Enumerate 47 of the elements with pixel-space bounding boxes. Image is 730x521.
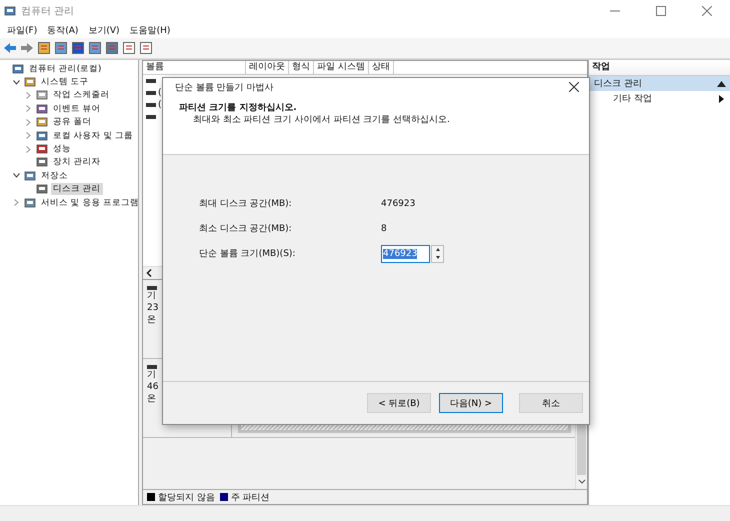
tree-item[interactable]: 저장소 xyxy=(39,170,70,182)
column-header[interactable]: 레이아웃 xyxy=(246,61,289,74)
spin-field[interactable]: 476923 xyxy=(381,244,430,262)
tree-item[interactable]: 컴퓨터 관리(로컬) xyxy=(27,62,104,75)
legend-label: 할당되지 않음 xyxy=(158,492,215,504)
tree-item[interactable]: 장치 관리자 xyxy=(51,156,103,168)
next-button[interactable]: 다음(N) > xyxy=(439,393,503,413)
menu-item[interactable]: 동작(A) xyxy=(42,24,84,36)
tree-item[interactable]: 공유 폴더 xyxy=(51,116,94,128)
tree-item[interactable]: 로컬 사용자 및 그룹 xyxy=(51,130,136,142)
column-header[interactable]: 파일 시스템 xyxy=(314,61,369,74)
disk-info-text: 기 xyxy=(147,369,157,381)
tree-item[interactable]: 작업 스케줄러 xyxy=(51,89,112,102)
table-cell: ( xyxy=(158,88,162,98)
tree-item[interactable]: 성능 xyxy=(51,143,73,156)
menu-item[interactable]: 파일(F) xyxy=(2,24,42,36)
window-title: 컴퓨터 관리 xyxy=(21,5,74,18)
tree-item[interactable]: 이벤트 뷰어 xyxy=(51,102,103,115)
table-cell: ( xyxy=(158,100,162,110)
menu-item[interactable]: 도움말(H) xyxy=(124,24,176,36)
actions-section[interactable]: 디스크 관리 xyxy=(589,76,730,91)
tree-item[interactable]: 디스크 관리 xyxy=(51,183,103,196)
dialog-title: 단순 볼륨 만들기 마법사 xyxy=(175,82,274,94)
disk-info-text: 46 xyxy=(147,381,160,393)
panel-header: 작업 xyxy=(589,60,730,76)
section-title: 디스크 관리 xyxy=(594,78,642,90)
step-description: 최대와 최소 파티션 크기 사이에서 파티션 크기를 선택하십시오. xyxy=(193,114,451,126)
field-label: 최소 디스크 공간(MB): xyxy=(199,223,293,235)
menu-item[interactable]: 보기(V) xyxy=(83,24,125,36)
back-button[interactable]: < 뒤로(B) xyxy=(367,393,431,413)
field-label: 최대 디스크 공간(MB): xyxy=(199,198,293,210)
column-header[interactable]: 볼륨 xyxy=(143,61,246,74)
legend-label: 주 파티션 xyxy=(230,492,270,504)
action-item[interactable]: 기타 작업 xyxy=(589,91,730,106)
disk-info-text: 23 xyxy=(147,302,160,314)
cancel-button[interactable]: 취소 xyxy=(519,393,583,413)
tree-item[interactable]: 시스템 도구 xyxy=(39,76,91,88)
disk-info-text: 온 xyxy=(147,314,157,326)
disk-info-text: 기 xyxy=(147,290,157,302)
column-header[interactable]: 상태 xyxy=(368,61,394,74)
step-heading: 파티션 크기를 지정하십시오. xyxy=(179,102,298,114)
disk-info-text: 온 xyxy=(147,393,157,405)
column-header[interactable]: 형식 xyxy=(289,61,314,74)
tree-item[interactable]: 서비스 및 응용 프로그램 xyxy=(39,196,142,209)
field-value: 8 xyxy=(381,224,387,234)
field-label: 단순 볼륨 크기(MB)(S): xyxy=(199,248,296,260)
field-value: 476923 xyxy=(381,198,416,208)
